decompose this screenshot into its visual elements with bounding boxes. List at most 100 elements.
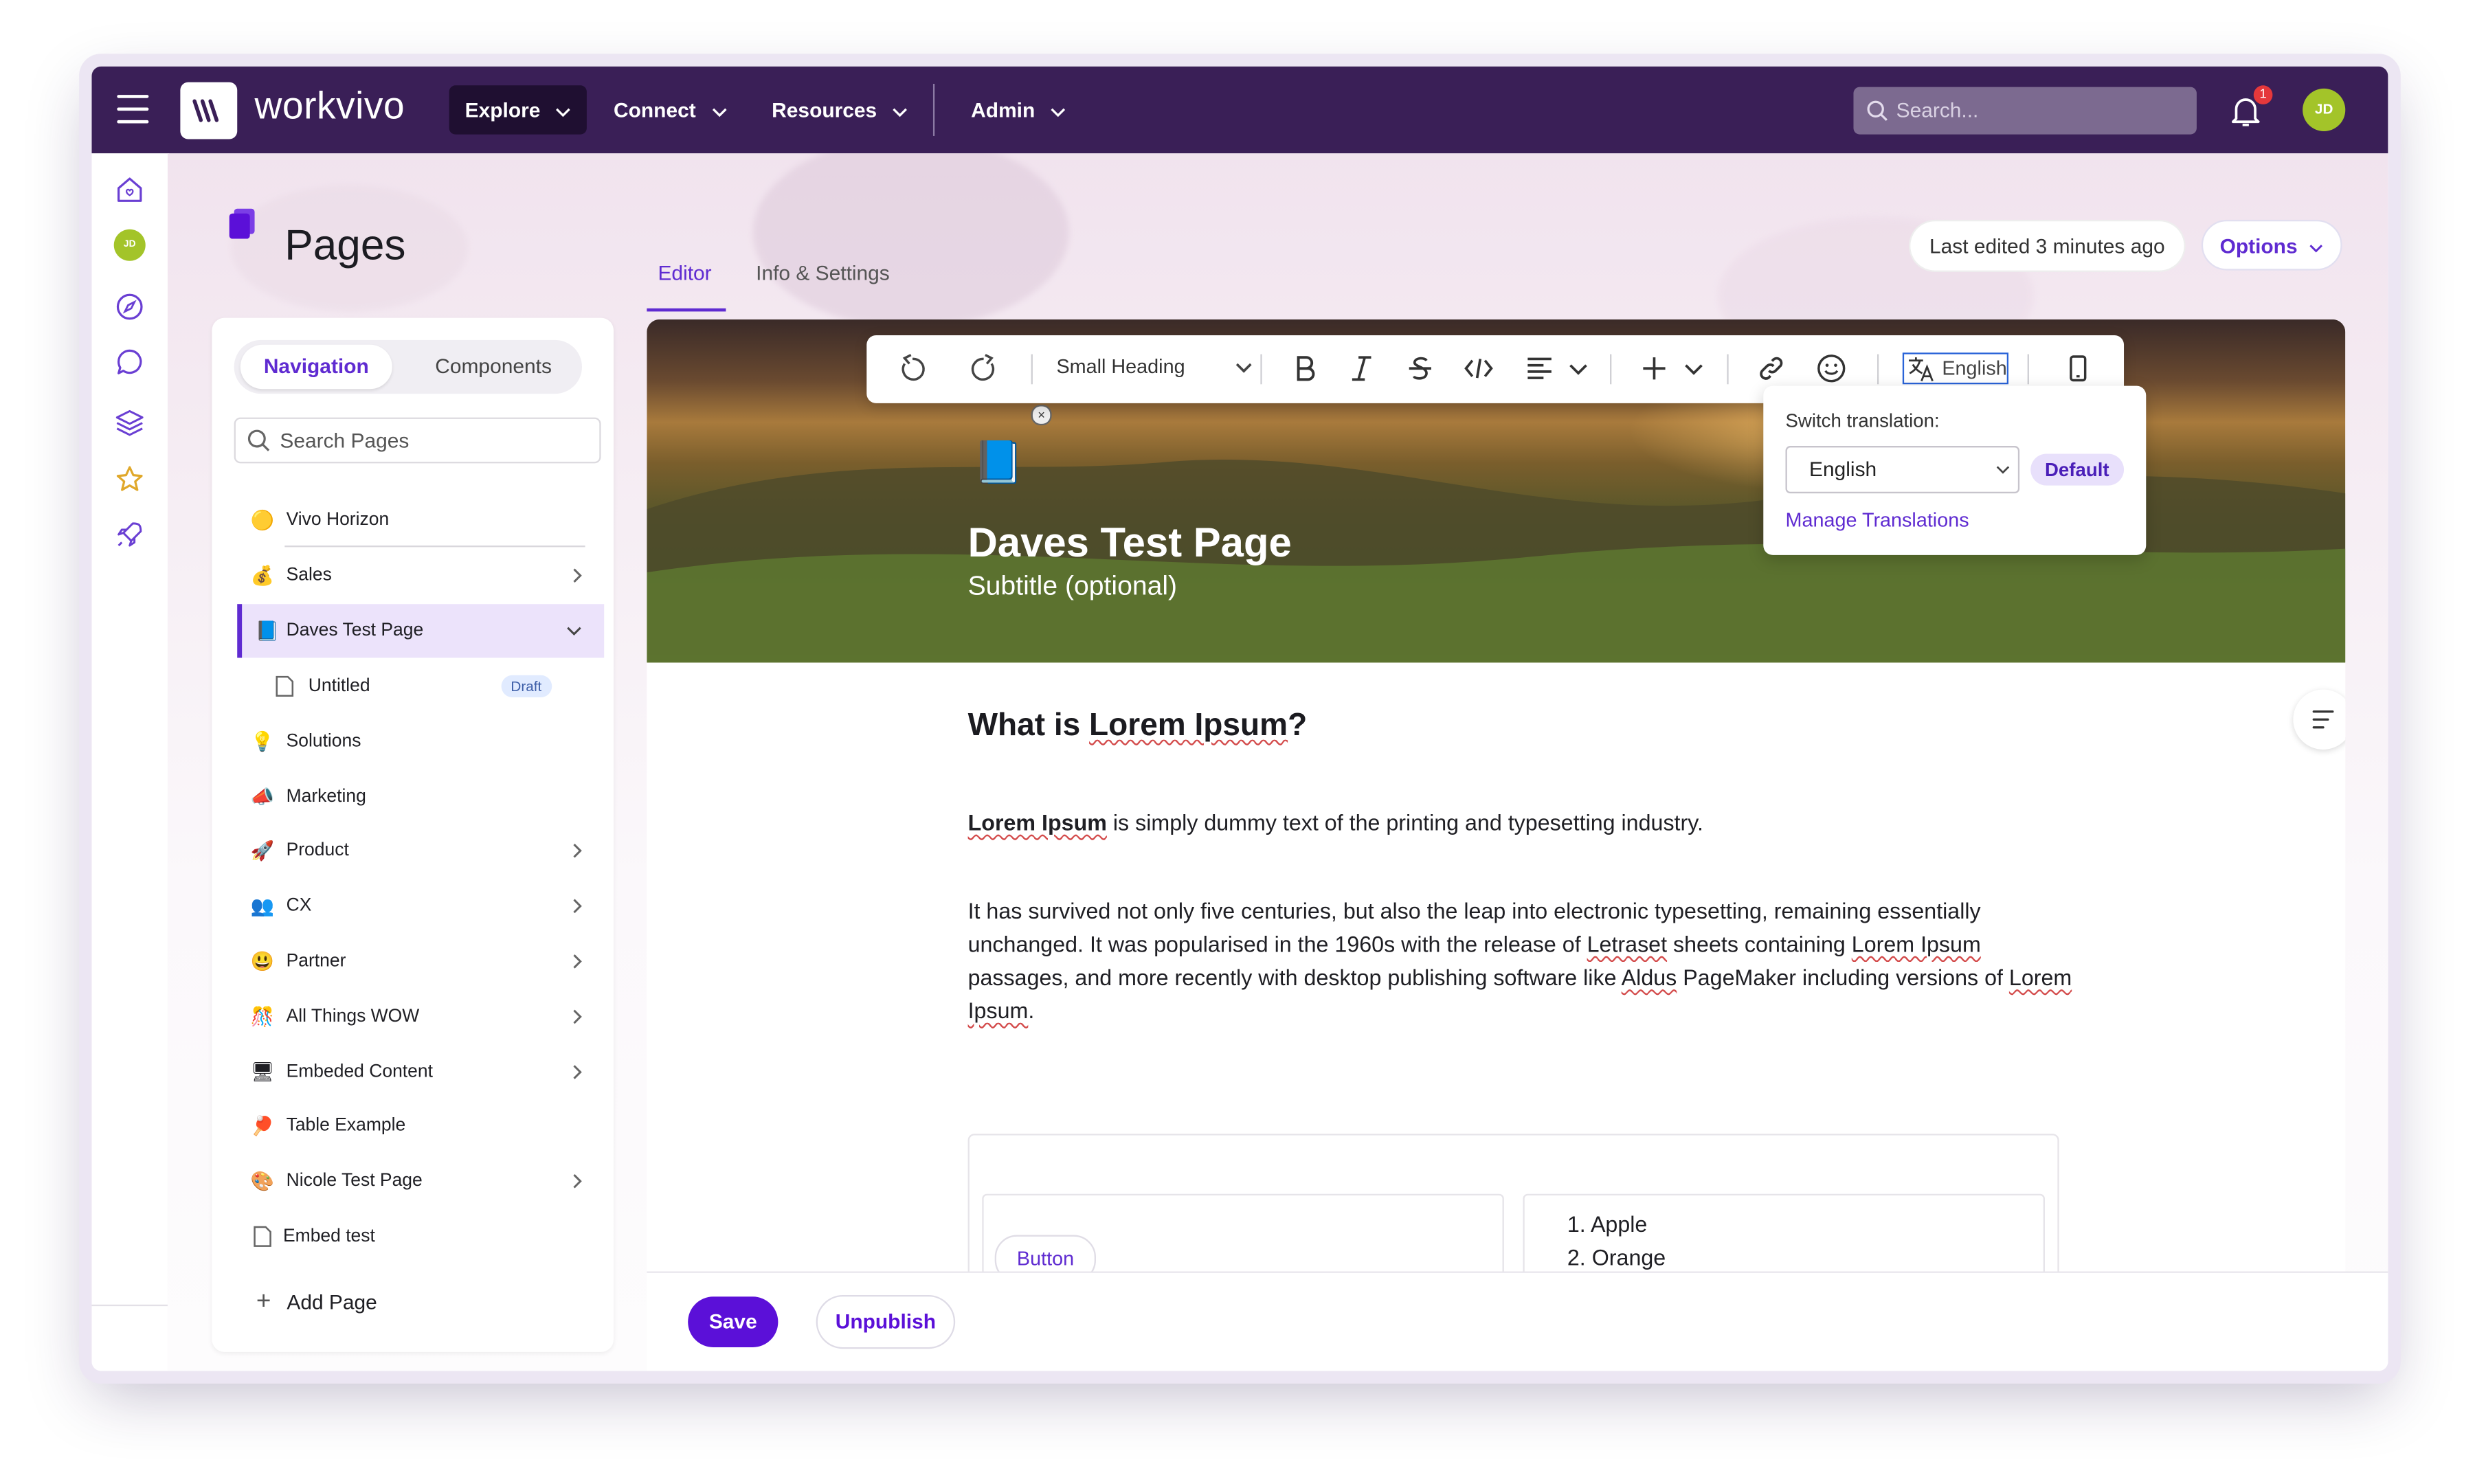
tree-item-sales[interactable]: 💰 Sales [237, 552, 604, 599]
chevron-right-icon[interactable] [572, 954, 582, 969]
nav-connect[interactable]: Connect [598, 85, 743, 134]
chevron-right-icon[interactable] [572, 1064, 582, 1080]
editor-action-bar: Save Unpublish [647, 1271, 2388, 1371]
emoji-icon[interactable] [1815, 352, 1847, 384]
star-icon[interactable] [114, 463, 146, 495]
translation-language-select[interactable]: English [1785, 446, 2020, 494]
align-left-icon[interactable] [1525, 352, 1556, 384]
hamburger-menu-icon[interactable] [117, 95, 149, 124]
chevron-right-icon[interactable] [572, 1173, 582, 1189]
save-button[interactable]: Save [688, 1296, 779, 1347]
tree-item-partner[interactable]: 😃 Partner [237, 938, 604, 985]
tree-item-label: Vivo Horizon [286, 510, 390, 530]
page-emoji-icon: 🎨 [250, 1170, 275, 1193]
search-icon [247, 429, 270, 451]
chevron-down-icon [1996, 466, 2010, 474]
nav-explore[interactable]: Explore [449, 85, 587, 135]
tree-item-product[interactable]: 🚀 Product [237, 827, 604, 875]
tree-item-marketing[interactable]: 📣 Marketing [237, 773, 604, 820]
page-subtitle[interactable]: Subtitle (optional) [968, 571, 1178, 603]
tree-item-vivo-horizon[interactable]: 🟡 Vivo Horizon [237, 497, 604, 544]
options-button[interactable]: Options [2201, 219, 2342, 271]
bold-icon[interactable] [1289, 352, 1321, 384]
segment-navigation[interactable]: Navigation [240, 344, 392, 390]
link-icon[interactable] [1756, 352, 1787, 384]
page-title: Pages [284, 221, 406, 269]
rail-user-avatar[interactable]: JD [113, 229, 146, 261]
nav-admin[interactable]: Admin [955, 85, 1082, 134]
workvivo-logo-icon[interactable] [180, 82, 238, 139]
compass-icon[interactable] [114, 291, 146, 322]
paragraph-bold-term: Lorem Ipsum [967, 809, 1107, 835]
manage-translations-link[interactable]: Manage Translations [1786, 509, 1969, 531]
ordered-list[interactable]: 1. Apple 2. Orange [1567, 1208, 1666, 1274]
segment-components[interactable]: Components [411, 345, 575, 389]
chevron-down-icon[interactable] [566, 626, 582, 636]
global-search-input[interactable]: Search... [1853, 87, 2197, 135]
toolbar-separator [1610, 354, 1612, 385]
chevron-down-icon [2310, 245, 2323, 253]
chevron-right-icon[interactable] [572, 843, 582, 859]
page-heading[interactable]: Daves Test Page [968, 519, 1292, 567]
remove-emoji-icon[interactable]: × [1031, 405, 1052, 426]
paragraph-2[interactable]: It has survived not only five centuries,… [968, 895, 2075, 1028]
content-heading[interactable]: What is Lorem Ipsum? [968, 708, 1308, 745]
strikethrough-icon[interactable] [1404, 352, 1436, 384]
text-style-dropdown[interactable]: Small Heading [1056, 356, 1252, 378]
chevron-down-icon [556, 107, 571, 117]
toolbar-separator [2027, 354, 2029, 385]
tree-item-daves-test-page[interactable]: 📘 Daves Test Page [237, 604, 605, 658]
nav-resources[interactable]: Resources [756, 85, 923, 134]
page-emoji-icon: 🚀 [250, 840, 275, 862]
last-edited-status: Last edited 3 minutes ago [1910, 221, 2184, 271]
text-style-label: Small Heading [1056, 355, 1185, 379]
redo-icon[interactable] [968, 352, 1000, 384]
chat-icon[interactable] [114, 346, 146, 378]
mobile-preview-icon[interactable] [2062, 352, 2094, 384]
toolbar-separator [1727, 354, 1729, 385]
undo-icon[interactable] [897, 352, 928, 384]
tree-item-untitled[interactable]: Untitled Draft [259, 662, 575, 710]
notification-badge: 1 [2253, 85, 2273, 104]
tree-item-label: Marketing [286, 787, 366, 807]
tree-item-nicole-test-page[interactable]: 🎨 Nicole Test Page [237, 1158, 604, 1205]
brand-name[interactable]: workvivo [255, 85, 405, 129]
chevron-down-icon[interactable] [1678, 352, 1710, 384]
chevron-down-icon[interactable] [1563, 352, 1594, 384]
translation-popover: Switch translation: English Default Mana… [1763, 385, 2147, 555]
tree-item-solutions[interactable]: 💡 Solutions [237, 718, 604, 765]
top-navigation-bar: workvivo Explore Connect Resources Admin… [91, 66, 2388, 154]
page-emoji-icon[interactable]: 📘 [972, 438, 1024, 487]
nav-connect-label: Connect [614, 98, 696, 122]
tab-editor[interactable]: Editor [658, 261, 711, 285]
chevron-down-icon [712, 107, 726, 117]
unpublish-button[interactable]: Unpublish [816, 1295, 956, 1349]
tree-item-cx[interactable]: 👥 CX [237, 882, 604, 930]
tree-item-label: Embed test [282, 1227, 375, 1246]
plus-icon[interactable] [1638, 352, 1670, 384]
italic-icon[interactable] [1346, 352, 1378, 384]
search-pages-input[interactable]: Search Pages [234, 417, 601, 464]
rocket-icon[interactable] [114, 519, 146, 550]
code-icon[interactable] [1463, 352, 1494, 384]
chevron-right-icon[interactable] [572, 898, 582, 914]
tree-item-table-example[interactable]: 🏓 Table Example [237, 1102, 604, 1149]
tree-item-label: All Things WOW [286, 1007, 420, 1026]
tree-item-embeded-content[interactable]: 🖥 Embeded Content [237, 1048, 604, 1096]
plus-icon: + [256, 1288, 271, 1316]
search-icon [1867, 100, 1888, 122]
rail-divider [91, 1304, 168, 1307]
user-avatar[interactable]: JD [2303, 88, 2346, 132]
add-page-button[interactable]: + Add Page [256, 1289, 377, 1317]
outline-toggle-button[interactable] [2293, 689, 2346, 750]
tree-item-embed-test[interactable]: Embed test [237, 1213, 604, 1260]
chevron-right-icon[interactable] [572, 567, 582, 583]
language-switch-button[interactable]: English [1902, 352, 2009, 385]
chevron-right-icon[interactable] [572, 1009, 582, 1024]
home-icon[interactable] [114, 174, 146, 205]
tree-item-all-things-wow[interactable]: 🎊 All Things WOW [237, 993, 604, 1040]
paragraph-1[interactable]: Lorem Ipsum is simply dummy text of the … [968, 807, 2075, 840]
tab-info-settings[interactable]: Info & Settings [756, 261, 890, 285]
layers-icon[interactable] [114, 407, 146, 438]
page-emoji-icon: 📣 [250, 785, 275, 809]
